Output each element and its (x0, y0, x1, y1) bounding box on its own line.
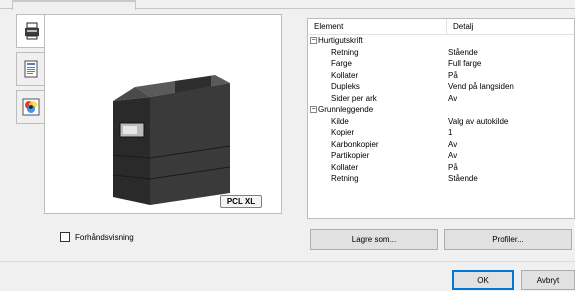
table-row[interactable]: Dupleks Vend på langsiden (308, 81, 574, 93)
element-label: Dupleks (331, 82, 360, 91)
table-body: − Hurtigutskrift Retning Stående Farge Full f… (308, 35, 574, 185)
printer-image (112, 75, 231, 205)
detail-cell: Full farge (448, 59, 482, 68)
element-cell: Kopier (308, 127, 448, 139)
table-row[interactable]: Karbonkopier Av (308, 139, 574, 151)
tab-document[interactable] (16, 52, 44, 86)
detail-cell: Vend på langsiden (448, 82, 514, 91)
element-label: Kopier (331, 128, 355, 137)
detail-cell: Av (448, 93, 458, 103)
document-icon (24, 60, 37, 78)
pcl-xl-badge: PCL XL (220, 195, 262, 208)
collapse-icon[interactable]: − (310, 37, 317, 45)
element-label: Kilde (331, 116, 349, 126)
cancel-button[interactable]: Avbryt (521, 270, 575, 290)
element-label: Farge (331, 59, 352, 68)
element-cell: Retning (308, 47, 448, 59)
table-row[interactable]: Retning Stående (308, 173, 574, 185)
detail-cell: 1 (448, 128, 453, 137)
table-row[interactable]: Sider per ark Av (308, 93, 574, 105)
ok-button[interactable]: OK (452, 270, 514, 290)
detail-cell: Stående (448, 47, 478, 57)
color-quality-icon (22, 98, 39, 116)
column-header-element[interactable]: Element (308, 19, 447, 34)
element-label: Kollater (331, 162, 359, 172)
element-label: Kollater (331, 70, 359, 80)
element-cell: Karbonkopier (308, 139, 448, 151)
element-cell: Dupleks (308, 81, 448, 93)
detail-cell: Av (448, 151, 458, 160)
detail-cell: Stående (448, 174, 478, 183)
table-row[interactable]: Kollater På (308, 162, 574, 174)
detail-cell: På (448, 70, 458, 80)
table-row[interactable]: Kilde Valg av autokilde (308, 116, 574, 128)
element-label: Retning (331, 47, 359, 57)
preview-checkbox[interactable] (60, 232, 70, 242)
detail-cell: Av (448, 139, 458, 149)
table-row[interactable]: Kollater På (308, 70, 574, 82)
profiles-button[interactable]: Profiler... (444, 229, 572, 250)
table-group-row[interactable]: − Hurtigutskrift (308, 35, 574, 47)
settings-table[interactable]: Element Detalj − Hurtigutskrift Retning Stå… (307, 18, 575, 219)
tab-color-quality[interactable] (16, 90, 44, 124)
element-label: Partikopier (331, 151, 370, 160)
table-row[interactable]: Farge Full farge (308, 58, 574, 70)
element-cell: Kollater (308, 70, 448, 82)
element-cell: Retning (308, 173, 448, 185)
detail-cell: Valg av autokilde (448, 116, 509, 126)
element-cell: − Hurtigutskrift (308, 35, 448, 47)
element-cell: Kollater (308, 162, 448, 174)
preview-pane: PCL XL (44, 14, 282, 214)
element-cell: Kilde (308, 116, 448, 128)
element-label: Retning (331, 174, 359, 183)
table-row[interactable]: Partikopier Av (308, 150, 574, 162)
element-cell: Farge (308, 58, 448, 70)
detail-cell: På (448, 162, 458, 172)
table-row[interactable]: Kopier 1 (308, 127, 574, 139)
side-tab-bar (16, 14, 46, 128)
element-cell: Sider per ark (308, 93, 448, 105)
printer-settings-icon (24, 22, 39, 40)
column-header-detail[interactable]: Detalj (447, 19, 473, 34)
table-group-row[interactable]: − Grunnleggende (308, 104, 574, 116)
bottom-divider (0, 261, 575, 262)
table-header: Element Detalj (308, 19, 574, 35)
element-cell: − Grunnleggende (308, 104, 448, 116)
top-tab[interactable] (12, 0, 136, 10)
tab-printer-settings[interactable] (16, 14, 46, 48)
preview-checkbox-label: Forhåndsvisning (75, 232, 134, 242)
preview-checkbox-row[interactable]: Forhåndsvisning (60, 232, 134, 242)
table-row[interactable]: Retning Stående (308, 47, 574, 59)
element-label: Karbonkopier (331, 139, 379, 149)
element-cell: Partikopier (308, 150, 448, 162)
element-label: Sider per ark (331, 93, 377, 103)
element-label: Hurtigutskrift (318, 36, 363, 45)
collapse-icon[interactable]: − (310, 106, 317, 114)
save-as-button[interactable]: Lagre som... (310, 229, 438, 250)
element-label: Grunnleggende (318, 105, 374, 114)
